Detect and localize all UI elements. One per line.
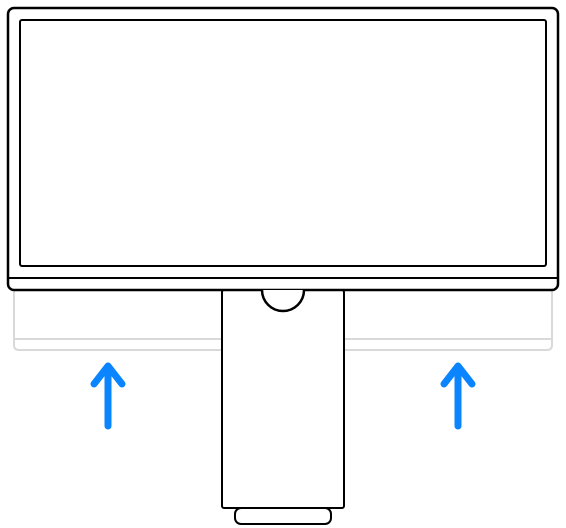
arrow-up-left: raise	[94, 366, 122, 426]
stand-neck	[222, 290, 344, 508]
arrow-up-right: raise	[444, 366, 472, 426]
height-adjust-diagram: raise raise	[0, 0, 566, 528]
stand-base	[235, 508, 331, 524]
diagram-svg: raise raise	[0, 0, 566, 528]
monitor-body	[8, 8, 558, 290]
